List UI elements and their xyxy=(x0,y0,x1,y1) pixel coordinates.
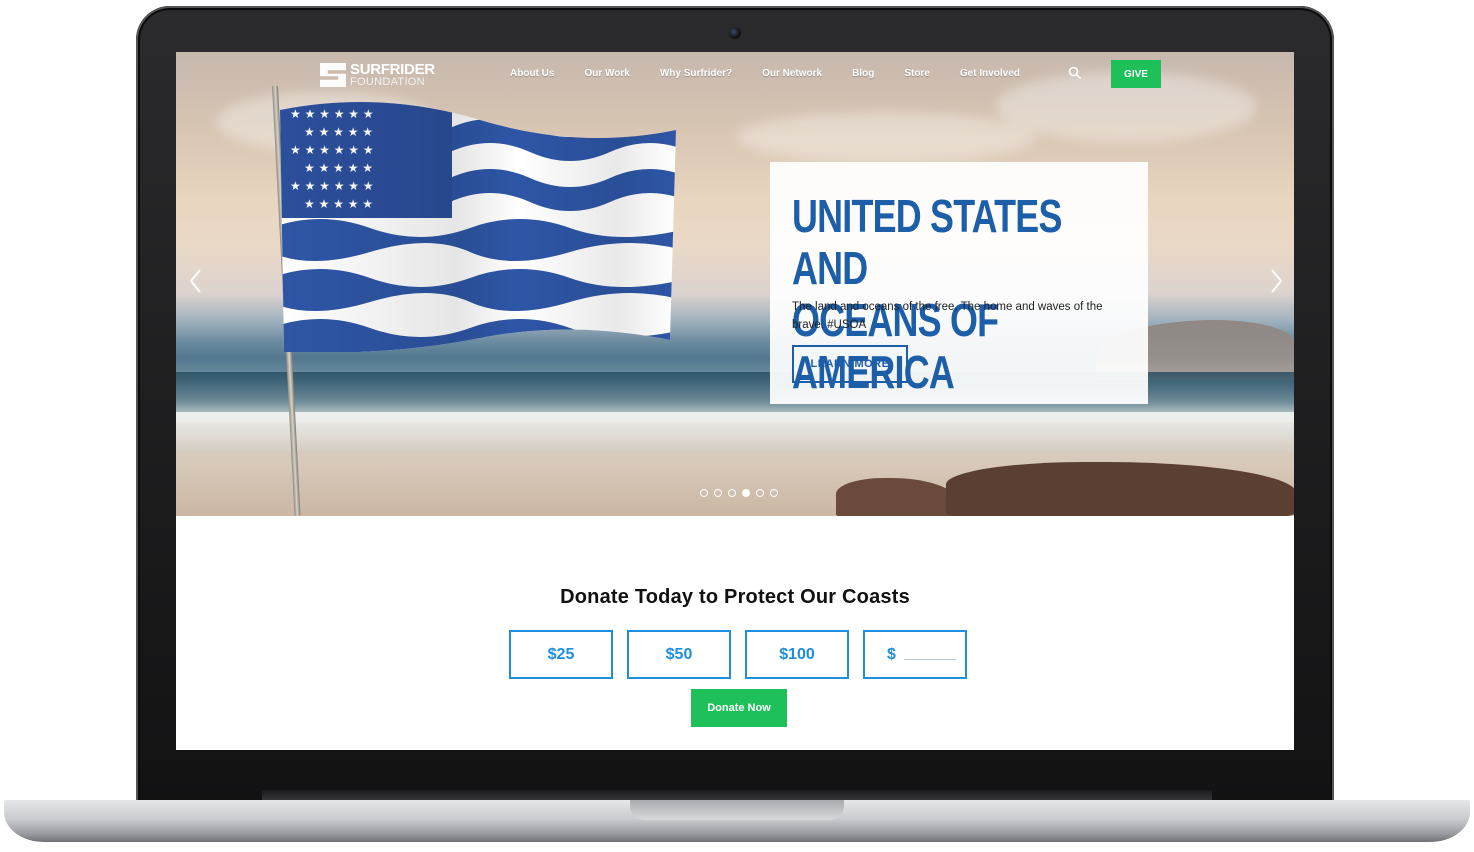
nav-menu: About Us Our Work Why Surfrider? Our Net… xyxy=(510,68,1050,79)
slider-dot-active[interactable] xyxy=(742,489,750,497)
nav-about-us[interactable]: About Us xyxy=(510,68,554,79)
nav-our-network[interactable]: Our Network xyxy=(762,68,822,79)
slider-dot[interactable] xyxy=(714,489,722,497)
top-nav: SURFRIDER FOUNDATION About Us Our Work W… xyxy=(176,52,1294,96)
slider-dot[interactable] xyxy=(770,489,778,497)
donate-title: Donate Today to Protect Our Coasts xyxy=(560,586,910,608)
nav-our-work[interactable]: Our Work xyxy=(584,68,629,79)
amount-25-button[interactable]: $25 xyxy=(509,630,613,679)
webcam xyxy=(729,27,741,39)
slider-dot[interactable] xyxy=(756,489,764,497)
slider-dots xyxy=(700,489,778,497)
currency-symbol: $ xyxy=(887,645,896,663)
logo-text: SURFRIDER FOUNDATION xyxy=(350,62,435,88)
search-icon[interactable] xyxy=(1068,66,1082,80)
logo-mark-icon xyxy=(320,63,346,87)
hero-slider: ★ ★ ★ ★ ★ ★ ★ ★ ★ ★ ★ ★ ★ ★ ★ ★ ★ ★ ★ ★ … xyxy=(176,52,1294,516)
custom-amount-field[interactable]: $ xyxy=(863,630,967,679)
rock xyxy=(946,462,1294,516)
hero-subtitle: The land and oceans of the free. The hom… xyxy=(792,301,1103,331)
nav-why-surfrider[interactable]: Why Surfrider? xyxy=(660,68,732,79)
donate-now-button[interactable]: Donate Now xyxy=(691,689,787,727)
nav-get-involved[interactable]: Get Involved xyxy=(960,68,1020,79)
give-button[interactable]: GIVE xyxy=(1111,60,1161,88)
rock xyxy=(836,478,956,516)
chevron-left-icon[interactable] xyxy=(186,266,206,296)
nav-store[interactable]: Store xyxy=(904,68,930,79)
laptop-base-notch xyxy=(630,800,844,820)
donation-amounts: $25 $50 $100 $ xyxy=(509,630,967,679)
hero-card: UNITED STATES AND OCEANS OF AMERICA The … xyxy=(770,162,1148,404)
slider-dot[interactable] xyxy=(700,489,708,497)
slider-dot[interactable] xyxy=(728,489,736,497)
learn-more-button[interactable]: LEARN MORE xyxy=(792,345,908,383)
wave-flag-image: ★ ★ ★ ★ ★ ★ ★ ★ ★ ★ ★ ★ ★ ★ ★ ★ ★ ★ ★ ★ … xyxy=(280,102,676,352)
cloud xyxy=(736,112,1036,162)
ocean-foam xyxy=(176,412,1294,452)
custom-amount-input-line[interactable] xyxy=(903,659,956,660)
amount-50-button[interactable]: $50 xyxy=(627,630,731,679)
amount-100-button[interactable]: $100 xyxy=(745,630,849,679)
logo-line-2: FOUNDATION xyxy=(350,76,425,88)
surfrider-logo[interactable]: SURFRIDER FOUNDATION xyxy=(320,60,435,90)
nav-blog[interactable]: Blog xyxy=(852,68,874,79)
browser-screen: ★ ★ ★ ★ ★ ★ ★ ★ ★ ★ ★ ★ ★ ★ ★ ★ ★ ★ ★ ★ … xyxy=(176,52,1294,750)
chevron-right-icon[interactable] xyxy=(1266,266,1286,296)
logo-line-1: SURFRIDER xyxy=(350,61,435,78)
